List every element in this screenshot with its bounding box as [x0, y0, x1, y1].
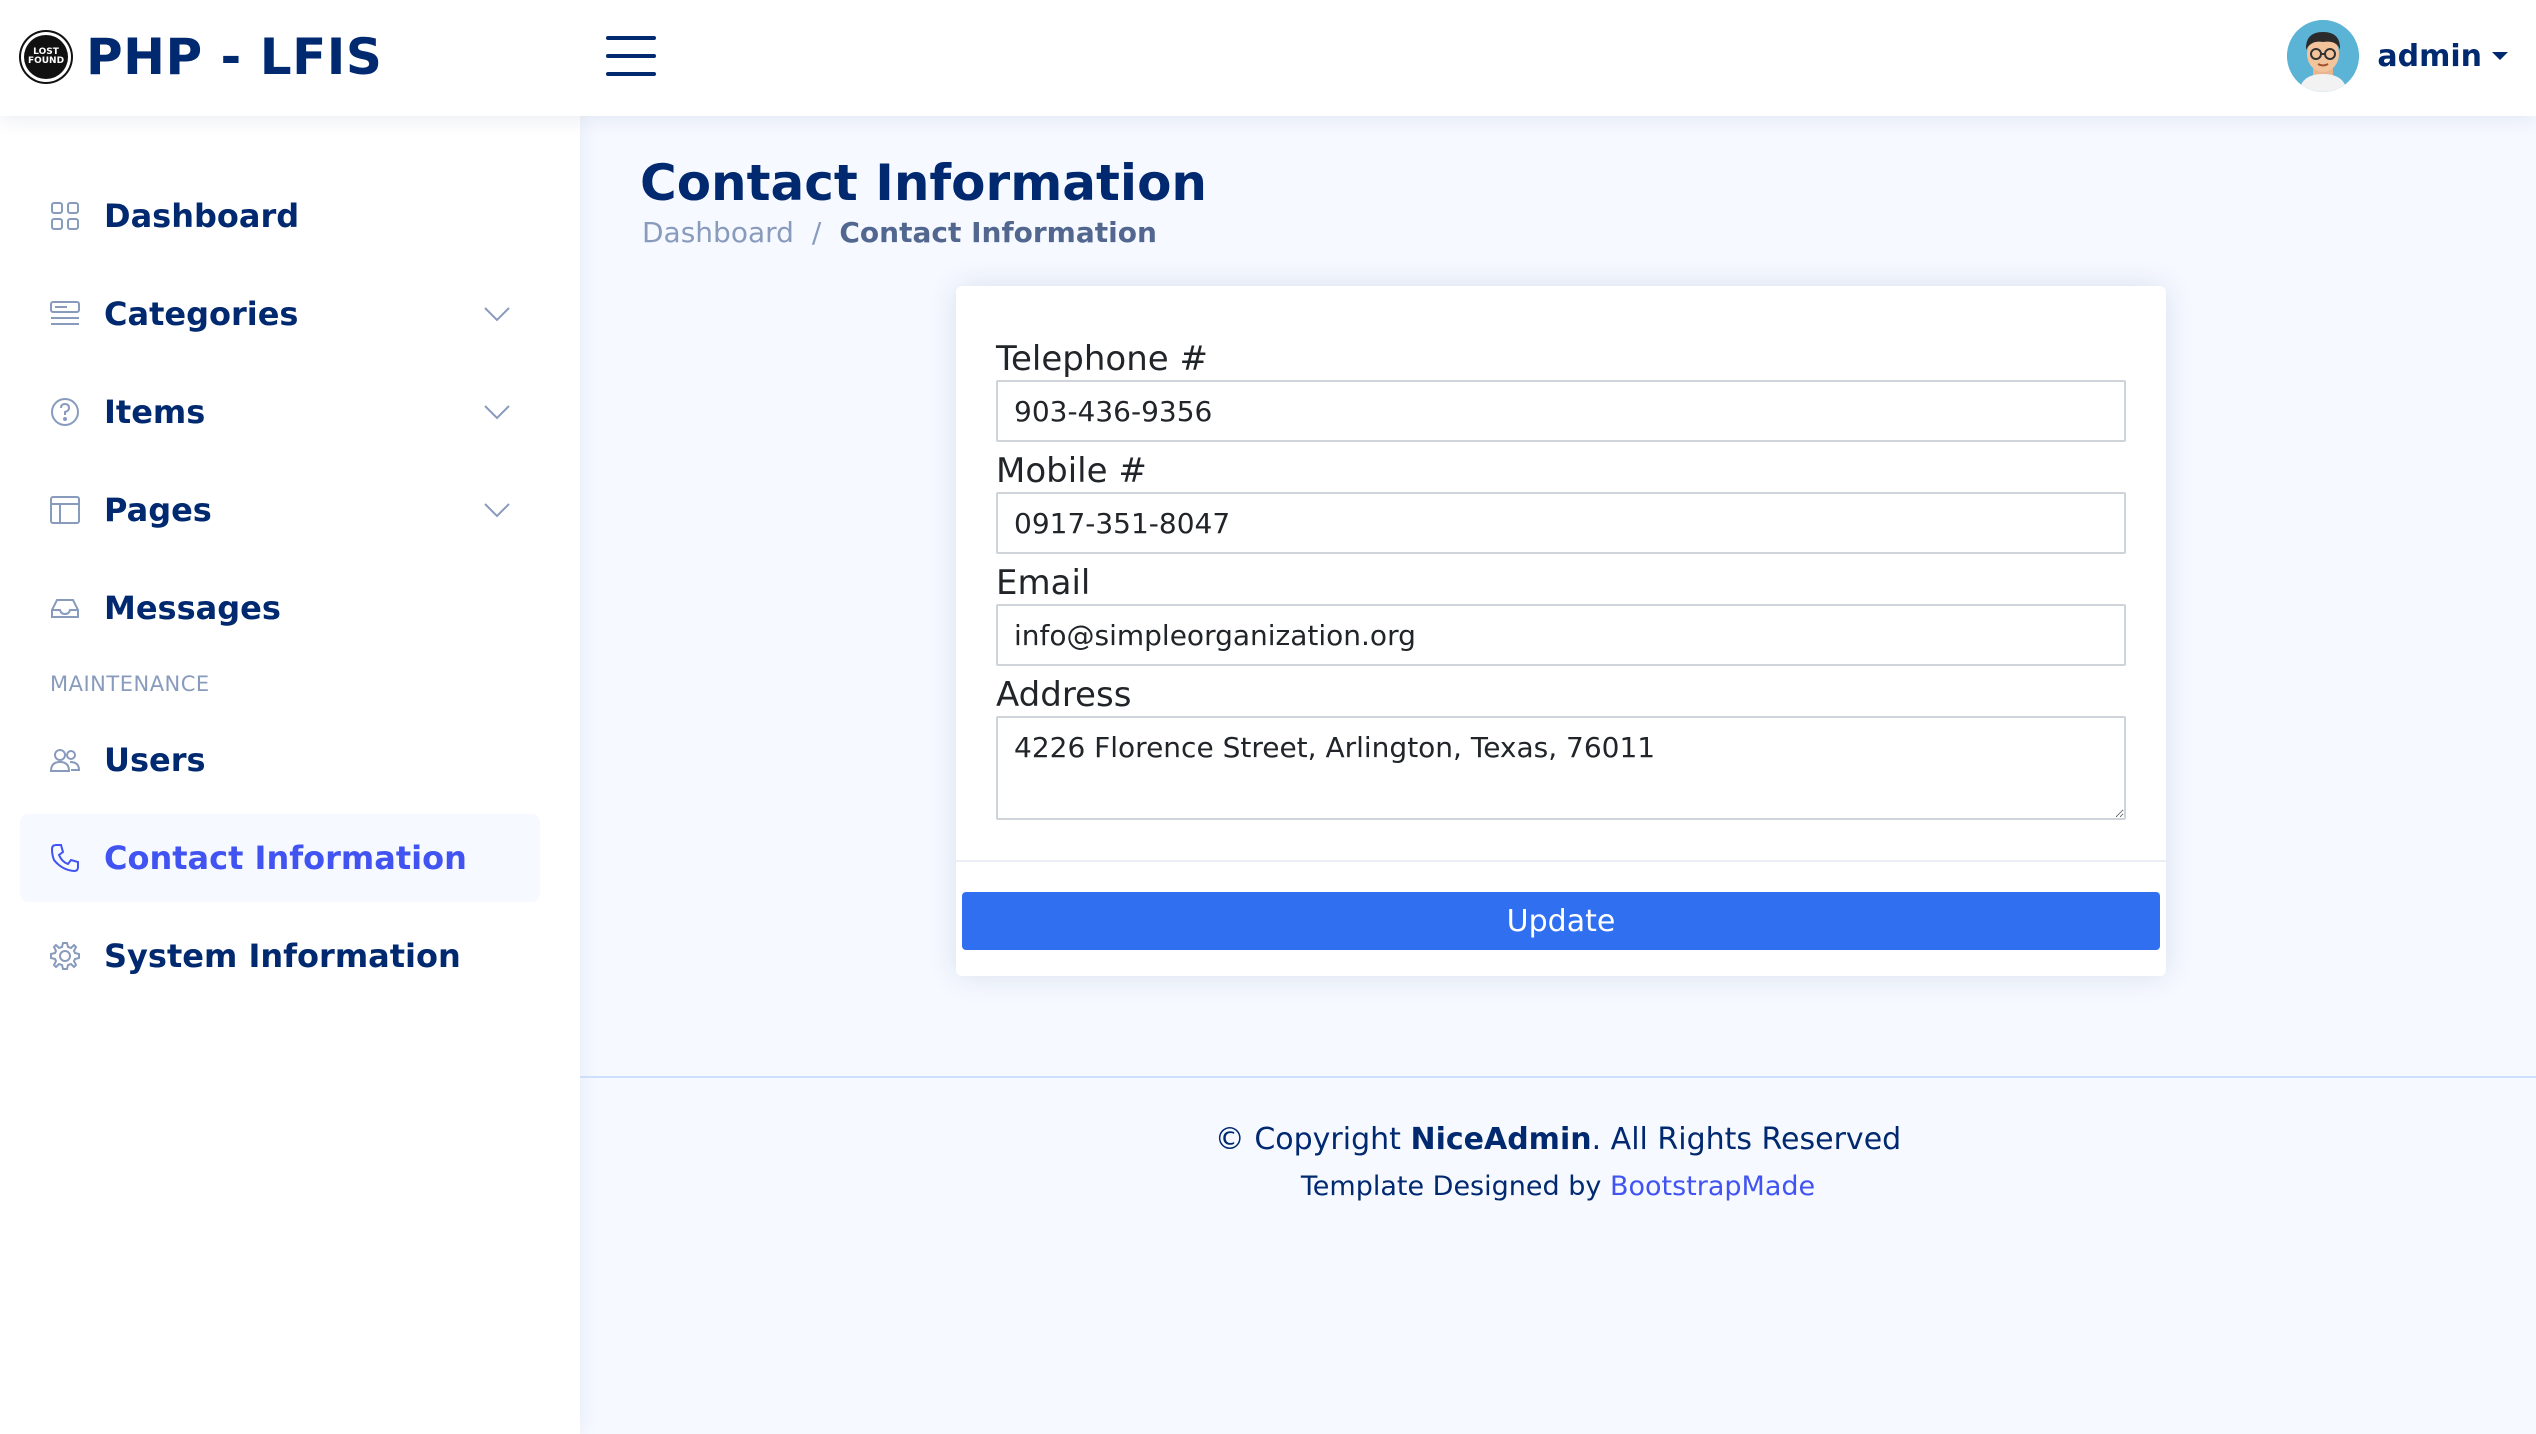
- inbox-icon: [48, 591, 82, 625]
- bootstrapmade-link[interactable]: BootstrapMade: [1610, 1171, 1815, 1202]
- copyright-suffix: . All Rights Reserved: [1591, 1122, 1902, 1157]
- caret-down-icon: [2492, 52, 2508, 60]
- sidebar-item-label: Dashboard: [104, 197, 300, 235]
- breadcrumb-home-link[interactable]: Dashboard: [642, 216, 794, 249]
- sidebar: Dashboard Categories Items Pages Message…: [0, 116, 580, 1434]
- grid-icon: [48, 199, 82, 233]
- profile-name: admin: [2377, 38, 2482, 74]
- top-header: LOST FOUND PHP - LFIS admin: [0, 0, 2536, 116]
- sidebar-item-contact-information[interactable]: Contact Information: [20, 814, 540, 902]
- mobile-input[interactable]: [996, 492, 2126, 554]
- sidebar-item-label: Contact Information: [104, 839, 467, 877]
- hamburger-icon-line: [606, 72, 656, 76]
- sidebar-item-pages[interactable]: Pages: [20, 466, 540, 554]
- card-divider: [956, 860, 2166, 862]
- breadcrumb-current: Contact Information: [839, 216, 1157, 249]
- logo-badge-icon: LOST FOUND: [24, 35, 68, 79]
- avatar-icon: [2287, 20, 2360, 92]
- avatar: [2287, 20, 2360, 92]
- telephone-input[interactable]: [996, 380, 2126, 442]
- sidebar-item-messages[interactable]: Messages: [20, 564, 540, 652]
- logo[interactable]: LOST FOUND PHP - LFIS: [24, 28, 382, 86]
- sidebar-item-label: Items: [104, 393, 206, 431]
- email-label: Email: [996, 563, 1091, 603]
- breadcrumb: Dashboard / Contact Information: [642, 216, 1157, 249]
- telephone-icon: [48, 841, 82, 875]
- copyright: © Copyright NiceAdmin. All Rights Reserv…: [580, 1122, 2536, 1157]
- sidebar-heading: MAINTENANCE: [50, 672, 210, 696]
- layout-icon: [48, 493, 82, 527]
- sidebar-item-label: Users: [104, 741, 206, 779]
- toggle-sidebar-button[interactable]: [606, 36, 656, 76]
- copyright-brand: NiceAdmin: [1410, 1122, 1592, 1157]
- copyright-prefix: © Copyright: [1214, 1122, 1401, 1157]
- page-title: Contact Information: [640, 154, 1208, 212]
- contact-form-card: Telephone # Mobile # Email Address 4226 …: [956, 286, 2166, 976]
- people-icon: [48, 743, 82, 777]
- main-content: Contact Information Dashboard / Contact …: [580, 116, 2536, 1076]
- mobile-label: Mobile #: [996, 451, 1147, 491]
- email-input[interactable]: [996, 604, 2126, 666]
- sidebar-item-dashboard[interactable]: Dashboard: [20, 172, 540, 260]
- hamburger-icon-line: [606, 36, 656, 40]
- chevron-down-icon: [484, 503, 510, 518]
- credits: Template Designed by BootstrapMade: [580, 1171, 2536, 1202]
- page-footer: © Copyright NiceAdmin. All Rights Reserv…: [580, 1076, 2536, 1434]
- sidebar-item-label: Messages: [104, 589, 281, 627]
- sidebar-item-items[interactable]: Items: [20, 368, 540, 456]
- sidebar-item-label: Pages: [104, 491, 212, 529]
- address-label: Address: [996, 675, 1132, 715]
- sidebar-item-system-information[interactable]: System Information: [20, 912, 540, 1000]
- telephone-label: Telephone #: [996, 339, 1208, 379]
- chevron-down-icon: [484, 307, 510, 322]
- hamburger-icon-line: [606, 54, 656, 58]
- question-circle-icon: [48, 395, 82, 429]
- gear-icon: [48, 939, 82, 973]
- breadcrumb-separator: /: [811, 216, 822, 249]
- sidebar-item-label: System Information: [104, 937, 461, 975]
- sidebar-item-label: Categories: [104, 295, 299, 333]
- chevron-down-icon: [484, 405, 510, 420]
- menu-button-icon: [48, 297, 82, 331]
- sidebar-item-categories[interactable]: Categories: [20, 270, 540, 358]
- sidebar-item-users[interactable]: Users: [20, 716, 540, 804]
- update-button[interactable]: Update: [962, 892, 2160, 950]
- profile-dropdown[interactable]: admin: [2287, 20, 2508, 92]
- credits-prefix: Template Designed by: [1300, 1171, 1602, 1202]
- app-title: PHP - LFIS: [86, 28, 383, 86]
- address-textarea[interactable]: 4226 Florence Street, Arlington, Texas, …: [996, 716, 2126, 820]
